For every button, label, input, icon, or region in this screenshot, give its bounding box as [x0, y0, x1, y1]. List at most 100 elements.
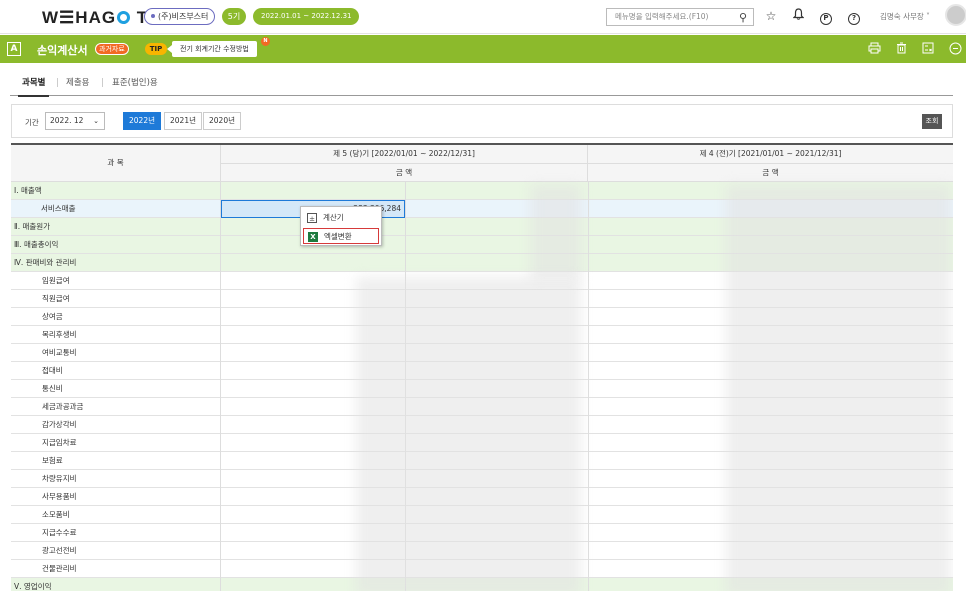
- tab-standard-corporate[interactable]: 표준(법인)용: [112, 76, 158, 88]
- context-excel-label: 엑셀변환: [324, 232, 352, 241]
- delete-icon[interactable]: [894, 42, 908, 56]
- tip-link[interactable]: 전기 회계기간 수정방법: [167, 41, 257, 57]
- redacted-area: [531, 185, 581, 280]
- row-label: 감가상각비: [11, 416, 221, 434]
- column-divider: [588, 200, 589, 218]
- column-divider: [588, 344, 589, 362]
- column-divider: [588, 380, 589, 398]
- title-bar: A 손익계산서 과거자료 TIP 전기 회계기간 수정방법 N: [0, 35, 966, 63]
- row-label: Ⅱ. 매출원가: [11, 218, 221, 236]
- more-icon[interactable]: [948, 42, 962, 56]
- company-name: (주)비즈부스터: [158, 12, 209, 21]
- column-divider: [405, 218, 406, 236]
- tip-badge[interactable]: TIP: [145, 43, 167, 55]
- row-label: 사무용품비: [11, 488, 221, 506]
- row-label: 건물관리비: [11, 560, 221, 578]
- row-label: 상여금: [11, 308, 221, 326]
- column-divider: [588, 272, 589, 290]
- column-divider: [588, 218, 589, 236]
- current-period-header: 제 5 (당)기 [2022/01/01 ~ 2022/12/31]: [221, 145, 588, 164]
- current-amount-header: 금 액: [221, 164, 588, 182]
- tab-bar: 과목별 제출용 표준(법인)용: [10, 70, 953, 97]
- tab-by-account[interactable]: 과목별: [17, 76, 51, 97]
- row-label: 보험료: [11, 452, 221, 470]
- column-divider: [588, 578, 589, 591]
- year-2022-button[interactable]: 2022년: [123, 112, 161, 130]
- calculator-icon: ±: [307, 213, 317, 223]
- row-label: 직원급여: [11, 290, 221, 308]
- column-divider: [588, 416, 589, 434]
- column-divider: [588, 362, 589, 380]
- row-label: 지급수수료: [11, 524, 221, 542]
- chevron-down-icon: ⌄: [93, 117, 99, 125]
- star-icon[interactable]: ☆: [763, 8, 779, 24]
- column-divider: [588, 254, 589, 272]
- period-label: 기간: [25, 118, 39, 127]
- help-icon[interactable]: ?: [846, 8, 862, 25]
- context-calculator[interactable]: ± 계산기: [303, 210, 379, 226]
- row-label: Ⅲ. 매출총이익: [11, 236, 221, 254]
- p-circle-icon[interactable]: P: [818, 8, 834, 25]
- column-divider: [588, 398, 589, 416]
- bell-icon[interactable]: [790, 8, 806, 24]
- row-label: 임원급여: [11, 272, 221, 290]
- income-statement-grid: 과 목 제 5 (당)기 [2022/01/01 ~ 2022/12/31] 제…: [11, 143, 953, 591]
- row-label: 세금과공과금: [11, 398, 221, 416]
- context-calculator-label: 계산기: [323, 213, 344, 222]
- term-badge[interactable]: 5기: [222, 8, 246, 25]
- row-label: Ⅴ. 영업이익: [11, 578, 221, 591]
- excel-icon: X: [308, 232, 318, 242]
- column-divider: [588, 290, 589, 308]
- period-select[interactable]: 2022. 12 ⌄: [45, 112, 105, 130]
- column-divider: [588, 182, 589, 200]
- column-divider: [405, 254, 406, 272]
- filter-panel: 기간 2022. 12 ⌄ 2022년 2021년 2020년 조회: [11, 104, 953, 138]
- column-divider: [588, 434, 589, 452]
- app-home-icon[interactable]: A: [7, 42, 21, 56]
- page-title: 손익계산서: [37, 44, 88, 57]
- row-label: 접대비: [11, 362, 221, 380]
- calculator-icon[interactable]: [921, 42, 935, 56]
- top-bar: W☰HAG T (주)비즈부스터 5기 2022.01.01 ~ 2022.12…: [0, 0, 966, 34]
- tab-divider: [102, 78, 103, 87]
- print-icon[interactable]: [867, 42, 881, 56]
- column-divider: [405, 236, 406, 254]
- column-divider: [588, 506, 589, 524]
- row-label: 소모품비: [11, 506, 221, 524]
- prior-amount-header: 금 액: [588, 164, 953, 182]
- tab-submission[interactable]: 제출용: [66, 76, 89, 88]
- row-label: Ⅳ. 판매비와 관리비: [11, 254, 221, 272]
- row-label: 차량유지비: [11, 470, 221, 488]
- redacted-area: [726, 185, 951, 591]
- menu-search-placeholder: 메뉴명을 입력해주세요.(F10): [615, 12, 709, 21]
- user-menu[interactable]: 김명숙 사무장 ˅: [880, 11, 930, 22]
- column-divider: [588, 542, 589, 560]
- company-selector[interactable]: (주)비즈부스터: [144, 8, 216, 25]
- period-value: 2022. 12: [50, 116, 84, 125]
- search-icon[interactable]: ⚲: [739, 10, 747, 26]
- row-label: Ⅰ. 매출액: [11, 182, 221, 200]
- column-divider: [588, 326, 589, 344]
- avatar[interactable]: [945, 4, 966, 26]
- wehago-logo[interactable]: W☰HAG T: [42, 8, 148, 28]
- subject-header: 과 목: [11, 145, 221, 182]
- prior-period-header: 제 4 (전)기 [2021/01/01 ~ 2021/12/31]: [588, 145, 953, 164]
- column-divider: [588, 488, 589, 506]
- row-label: 서비스매출: [11, 200, 221, 218]
- row-label: 통신비: [11, 380, 221, 398]
- column-divider: [588, 452, 589, 470]
- year-2021-button[interactable]: 2021년: [164, 112, 202, 130]
- past-data-badge[interactable]: 과거자료: [95, 43, 129, 55]
- row-label: 광고선전비: [11, 542, 221, 560]
- year-2020-button[interactable]: 2020년: [203, 112, 241, 130]
- fiscal-period-badge[interactable]: 2022.01.01 ~ 2022.12.31: [253, 8, 360, 25]
- query-button[interactable]: 조회: [922, 114, 942, 129]
- column-divider: [405, 200, 406, 218]
- context-excel-export[interactable]: X 엑셀변환: [303, 228, 379, 244]
- context-menu: ± 계산기 X 엑셀변환: [300, 206, 382, 246]
- column-divider: [405, 182, 406, 200]
- column-divider: [588, 236, 589, 254]
- column-divider: [588, 470, 589, 488]
- menu-search-input[interactable]: 메뉴명을 입력해주세요.(F10) ⚲: [606, 8, 754, 26]
- tab-divider: [57, 78, 58, 87]
